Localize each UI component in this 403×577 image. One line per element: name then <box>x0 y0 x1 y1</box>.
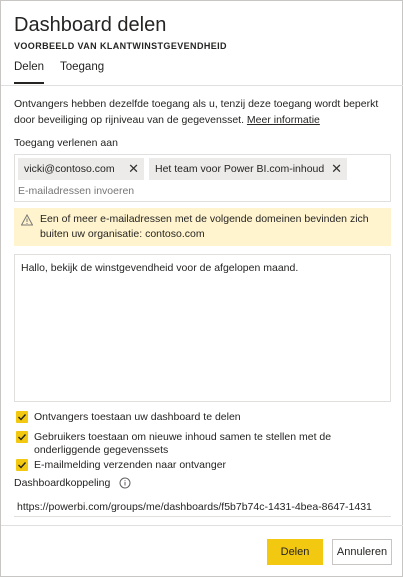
warning-icon <box>21 214 33 226</box>
email-input[interactable] <box>18 182 388 200</box>
info-icon[interactable] <box>119 477 131 489</box>
tabs-divider <box>1 85 403 86</box>
remove-recipient-icon[interactable]: ✕ <box>128 158 139 180</box>
share-button[interactable]: Delen <box>267 539 323 565</box>
remove-recipient-icon[interactable]: ✕ <box>331 158 342 180</box>
checkmark-icon <box>18 414 27 421</box>
allow-build-label: Gebruikers toestaan om nieuwe inhoud sam… <box>34 431 332 456</box>
external-domain-warning: Een of meer e-mailadressen met de volgen… <box>14 208 391 246</box>
active-tab-indicator <box>14 82 44 84</box>
checkmark-icon <box>18 462 27 469</box>
recipient-chip-label: Het team voor Power BI.com-inhoud <box>155 163 325 175</box>
recipient-chip: vicki@contoso.com ✕ <box>18 158 144 180</box>
allow-share-label: Ontvangers toestaan uw dashboard te dele… <box>34 411 241 423</box>
send-email-checkbox[interactable] <box>16 459 28 471</box>
footer-divider <box>1 525 403 526</box>
tab-share[interactable]: Delen <box>14 61 44 73</box>
dialog-title: Dashboard delen <box>14 14 167 36</box>
description-text: Ontvangers hebben dezelfde toegang als u… <box>14 98 379 126</box>
dialog-subtitle: VOORBEELD VAN KLANTWINSTGEVENDHEID <box>14 41 227 51</box>
checkmark-icon <box>18 434 27 441</box>
share-description: Ontvangers hebben dezelfde toegang als u… <box>14 96 394 128</box>
share-dashboard-dialog: Dashboard delen VOORBEELD VAN KLANTWINST… <box>0 0 403 577</box>
send-email-label: E-mailmelding verzenden naar ontvanger <box>34 459 227 471</box>
recipient-chip: Het team voor Power BI.com-inhoud ✕ <box>149 158 347 180</box>
learn-more-link[interactable]: Meer informatie <box>247 114 320 126</box>
dashboard-link-label: Dashboardkoppeling <box>14 477 111 489</box>
grant-access-label: Toegang verlenen aan <box>14 137 118 149</box>
dashboard-link-field[interactable] <box>14 497 391 517</box>
warning-text: Een of meer e-mailadressen met de volgen… <box>40 213 369 240</box>
recipient-chip-label: vicki@contoso.com <box>24 163 115 175</box>
allow-build-checkbox[interactable] <box>16 431 28 443</box>
tab-access[interactable]: Toegang <box>60 61 104 73</box>
message-textarea[interactable]: Hallo, bekijk de winstgevendheid voor de… <box>14 254 391 402</box>
allow-share-checkbox[interactable] <box>16 411 28 423</box>
cancel-button[interactable]: Annuleren <box>332 539 392 565</box>
recipients-field[interactable]: vicki@contoso.com ✕ Het team voor Power … <box>14 154 391 202</box>
